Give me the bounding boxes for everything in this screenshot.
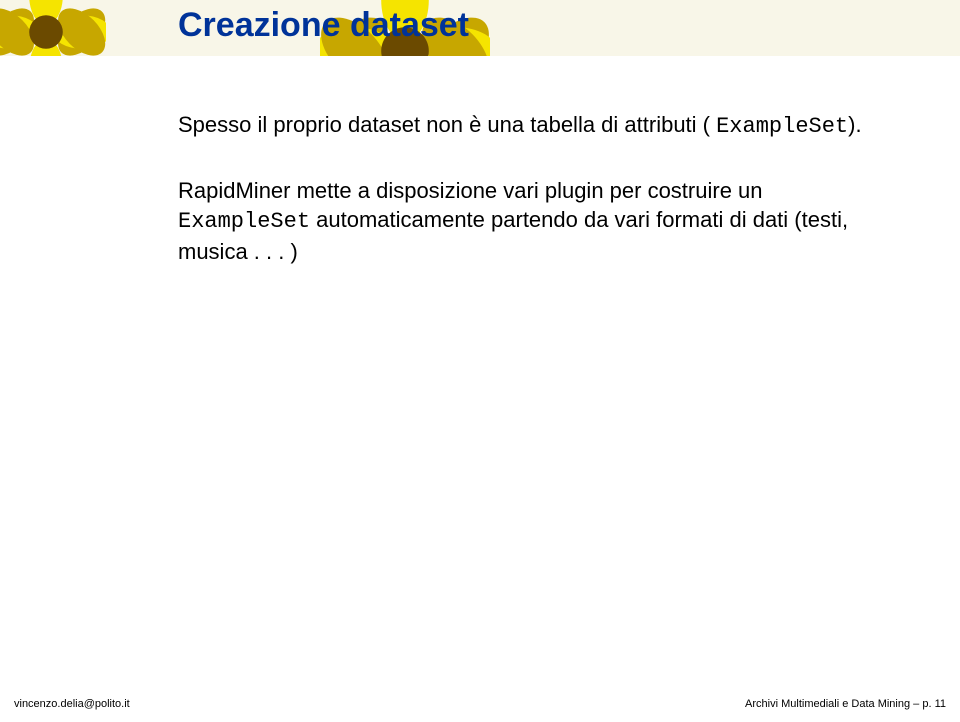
slide-title: Creazione dataset — [178, 6, 469, 45]
p2-text-a: RapidMiner mette a disposizione vari plu… — [178, 178, 763, 203]
flower-decoration-left — [0, 0, 106, 56]
footer-page-info: Archivi Multimediali e Data Mining – p. … — [745, 698, 946, 710]
slide-body: Spesso il proprio dataset non è una tabe… — [178, 110, 900, 267]
paragraph-1: Spesso il proprio dataset non è una tabe… — [178, 110, 900, 142]
p2-code: ExampleSet — [178, 209, 310, 234]
paragraph-2: RapidMiner mette a disposizione vari plu… — [178, 176, 900, 267]
footer-email: vincenzo.delia@polito.it — [14, 698, 130, 710]
p1-text-b: ). — [848, 112, 861, 137]
p1-text-a: Spesso il proprio dataset non è una tabe… — [178, 112, 716, 137]
p1-code: ExampleSet — [716, 114, 848, 139]
header-banner — [0, 0, 960, 56]
